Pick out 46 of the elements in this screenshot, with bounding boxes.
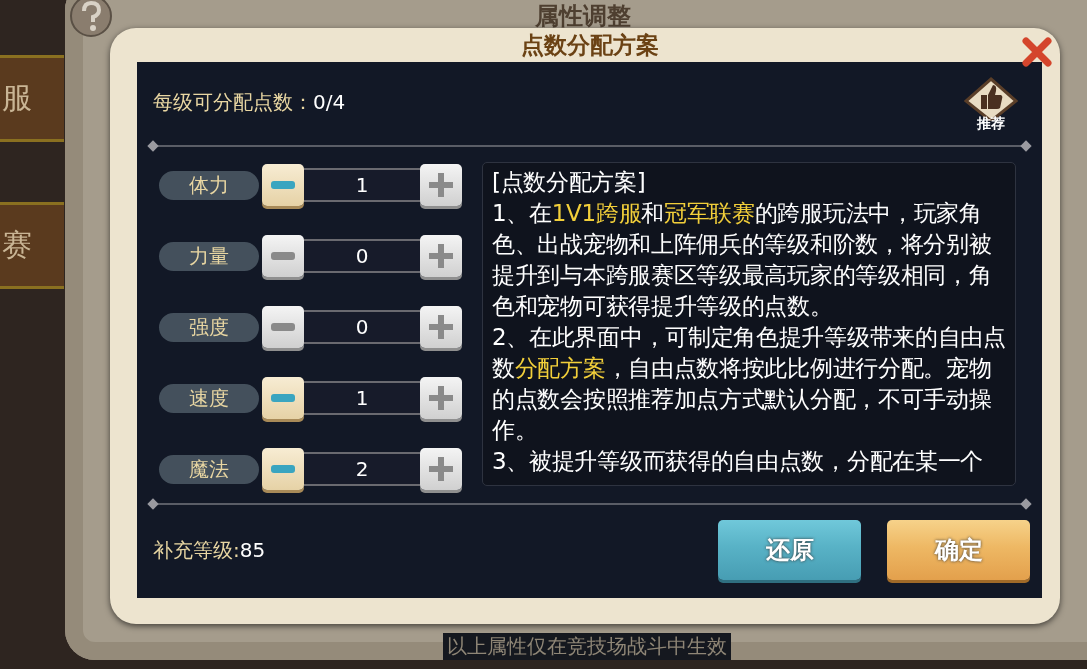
plus-button[interactable] [420, 164, 462, 206]
minus-button[interactable] [262, 306, 304, 348]
plus-icon [429, 386, 453, 410]
minus-icon [271, 252, 295, 260]
minus-button[interactable] [262, 235, 304, 277]
stat-value-field[interactable]: 1 [304, 168, 420, 202]
plus-icon [429, 244, 453, 268]
stat-label: 速度 [159, 383, 259, 413]
plus-button[interactable] [420, 377, 462, 419]
stat-value-field[interactable]: 0 [304, 310, 420, 344]
stat-label: 强度 [159, 312, 259, 342]
stat-label: 体力 [159, 170, 259, 200]
stat-value-field[interactable]: 0 [304, 239, 420, 273]
minus-button[interactable] [262, 377, 304, 419]
side-tab[interactable]: 赛 [0, 202, 64, 289]
minus-icon [271, 394, 295, 402]
footer-note: 以上属性仅在竞技场战斗中生效 [443, 633, 731, 660]
extra-level-value: 85 [239, 538, 266, 562]
description-text: 1、在1V1跨服和冠军联赛的跨服玩法中，玩家角色、出战宠物和上阵佣兵的等级和阶数，将分别被提升到与本跨服赛区等级最高玩家的等级相同，角色和宠物可获得提升等级的点数。 [492, 199, 993, 321]
stat-label: 魔法 [159, 454, 259, 484]
description-text: [点数分配方案] [492, 168, 647, 197]
close-icon[interactable] [1022, 37, 1052, 67]
plus-icon [429, 315, 453, 339]
stat-value-field[interactable]: 1 [304, 381, 420, 415]
plus-icon [429, 173, 453, 197]
help-icon[interactable] [69, 0, 113, 38]
window-title: 属性调整 [535, 1, 631, 32]
stat-label: 力量 [159, 241, 259, 271]
points-value: 0/4 [313, 90, 346, 114]
recommend-label: 推荐 [977, 115, 1005, 133]
dialog-title: 点数分配方案 [520, 30, 659, 60]
description-text: 2、在此界面中，可制定角色提升等级带来的自由点数分配方案，自由点数将按此比例进行分配。宠物的点数会按照推荐加点方式默认分配，不可手动操作。 [492, 323, 1007, 445]
plus-button[interactable] [420, 235, 462, 277]
description-text: 3、被提升等级而获得的自由点数，分配在某一个 [492, 447, 985, 476]
minus-icon [271, 323, 295, 331]
plus-icon [429, 457, 453, 481]
minus-button[interactable] [262, 448, 304, 490]
minus-icon [271, 181, 295, 189]
extra-level-label: 补充等级: [153, 536, 240, 564]
side-tab[interactable]: 服 [0, 55, 64, 142]
plus-button[interactable] [420, 306, 462, 348]
minus-icon [271, 465, 295, 473]
stat-value-field[interactable]: 2 [304, 452, 420, 486]
minus-button[interactable] [262, 164, 304, 206]
plus-button[interactable] [420, 448, 462, 490]
points-label: 每级可分配点数： [153, 88, 313, 116]
